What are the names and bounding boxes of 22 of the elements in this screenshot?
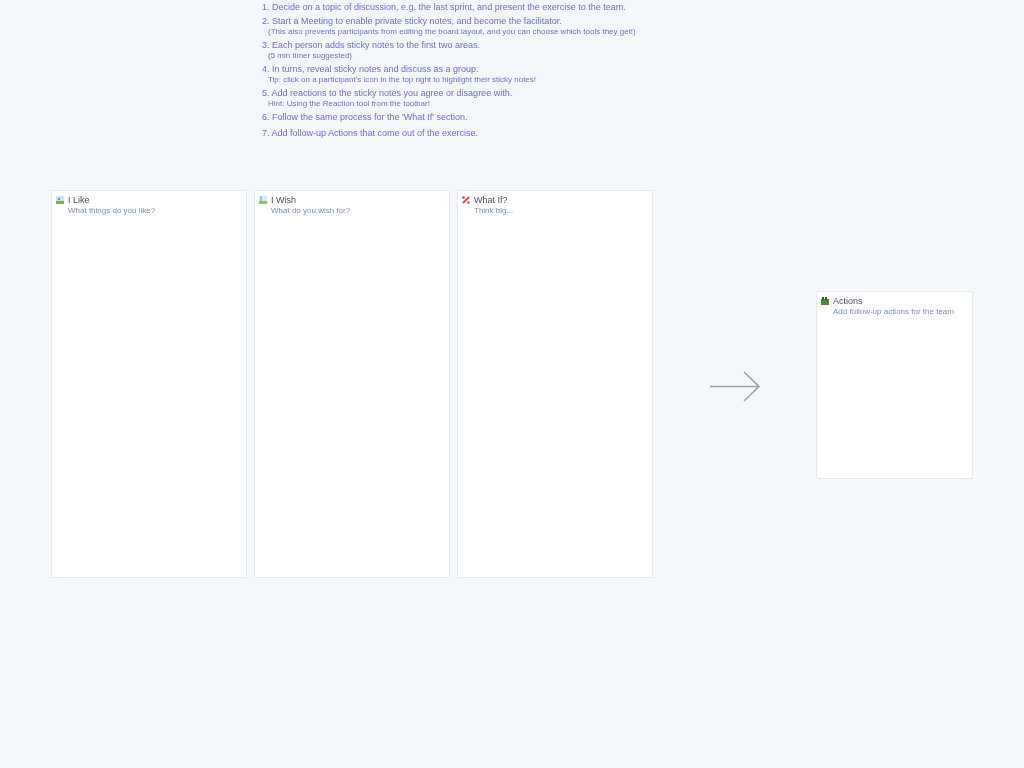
instruction-note: Tip: click on a participant's icon in the top right to highlight their sticky notes! — [267, 75, 538, 85]
frame-title: I Like — [68, 195, 91, 206]
frame-subtitle: What do you wish for? — [271, 206, 351, 216]
landscape-icon — [258, 195, 268, 205]
instruction-text: 1. Decide on a topic of discussion, e.g. the last sprint, and present the exercise to the team. — [262, 2, 627, 13]
instruction-note: Hint: Using the Reaction tool from the toolbar! — [267, 99, 431, 109]
frame-subtitle: What things do you like? — [68, 206, 156, 216]
instruction-text: 6. Follow the same process for the 'What If' section. — [262, 112, 469, 123]
instruction-text: 4. In turns, reveal sticky notes and discuss as a group. — [262, 64, 480, 75]
instruction-note: (5 min timer suggested) — [267, 51, 354, 61]
frame-title: Actions — [833, 296, 864, 307]
landscape-icon — [55, 195, 65, 205]
instruction-text: 7. Add follow-up Actions that come out of the exercise. — [262, 128, 480, 139]
frame-subtitle: Think big... — [474, 206, 514, 216]
instruction-text: 5. Add reactions to the sticky notes you agree or disagree with. — [262, 88, 514, 99]
instruction-note: (This also prevents participants from editing the board layout, and you can choose which tools they get!) — [267, 27, 637, 37]
frame-subtitle: Add follow-up actions for the team — [833, 307, 954, 317]
instruction-text: 2. Start a Meeting to enable private sticky notes, and become the facilitator. — [262, 16, 563, 27]
frame-title: I Wish — [271, 195, 297, 206]
frame-title: What If? — [474, 195, 509, 206]
instruction-text: 3. Each person adds sticky notes to the first two areas. — [262, 40, 482, 51]
arrow-icon — [709, 371, 761, 402]
